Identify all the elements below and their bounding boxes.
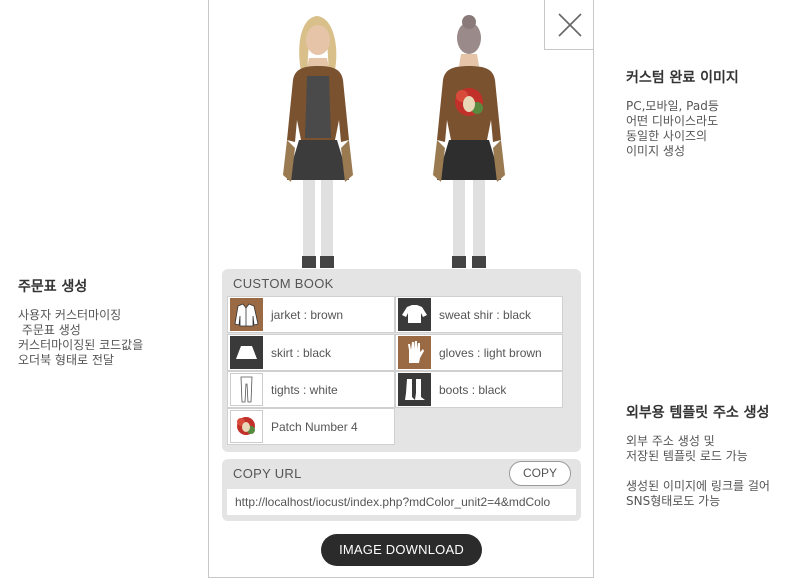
order-sheet-note-title: 주문표 생성 xyxy=(18,279,88,295)
option-label: tights : white xyxy=(271,383,338,397)
custom-book-panel: CUSTOM BOOK jarket : brown sweat shir : … xyxy=(222,269,581,452)
note-line: 주문표 생성 xyxy=(18,323,81,337)
option-item-boots: boots : black xyxy=(395,371,563,408)
note-line: 저장된 템플릿 로드 가능 xyxy=(626,449,748,463)
option-label: sweat shir : black xyxy=(439,308,532,322)
note-line: 오더북 형태로 전달 xyxy=(18,353,114,367)
boots-icon xyxy=(398,373,431,406)
back-view-figure xyxy=(433,15,505,268)
customized-figure-image xyxy=(283,15,505,268)
copy-url-panel: COPY URL COPY xyxy=(222,459,581,521)
note-line: 이미지 생성 xyxy=(626,144,686,158)
option-item-patch: Patch Number 4 xyxy=(227,408,395,445)
option-item-tights: tights : white xyxy=(227,371,395,408)
option-item-sweatshirt: sweat shir : black xyxy=(395,296,563,333)
option-item-jacket: jarket : brown xyxy=(227,296,395,333)
close-icon xyxy=(558,13,582,37)
note-line: 사용자 커스터마이징 xyxy=(18,308,122,322)
sweatshirt-icon xyxy=(398,298,431,331)
skirt-icon xyxy=(230,336,263,369)
option-label: jarket : brown xyxy=(271,308,344,322)
jacket-icon xyxy=(230,298,263,331)
image-download-button[interactable]: IMAGE DOWNLOAD xyxy=(321,534,482,566)
copy-url-title: COPY URL xyxy=(233,466,302,481)
patch-icon xyxy=(230,410,263,443)
note-line: PC,모바일, Pad등 xyxy=(626,99,719,113)
close-button[interactable] xyxy=(544,0,594,50)
note-line: 커스터마이징된 코드값을 xyxy=(18,338,144,352)
template-url-note-title: 외부용 템플릿 주소 생성 xyxy=(626,405,770,421)
copy-button[interactable]: COPY xyxy=(509,461,571,486)
note-line: 어떤 디바이스라도 xyxy=(626,114,719,128)
option-label: boots : black xyxy=(439,383,507,397)
order-sheet-note: 주문표 생성 사용자 커스터마이징 주문표 생성 커스터마이징된 코드값을 오더… xyxy=(18,276,143,368)
template-url-note: 외부용 템플릿 주소 생성 외부 주소 생성 및 저장된 템플릿 로드 가능 생… xyxy=(626,402,770,509)
custom-image-note: 커스텀 완료 이미지 PC,모바일, Pad등 어떤 디바이스라도 동일한 사이… xyxy=(626,67,739,159)
note-line: 외부 주소 생성 및 xyxy=(626,434,715,448)
option-label: skirt : black xyxy=(271,346,332,360)
custom-image-note-title: 커스텀 완료 이미지 xyxy=(626,70,739,86)
option-item-skirt: skirt : black xyxy=(227,334,395,371)
front-view-figure xyxy=(283,16,353,268)
note-line: 생성된 이미지에 링크를 걸어 xyxy=(626,479,770,493)
custom-book-popup: CUSTOM BOOK jarket : brown sweat shir : … xyxy=(208,0,594,578)
note-line: SNS형태로도 가능 xyxy=(626,494,721,508)
glove-icon xyxy=(398,336,431,369)
option-label: Patch Number 4 xyxy=(271,420,358,434)
note-line: 동일한 사이즈의 xyxy=(626,129,708,143)
option-label: gloves : light brown xyxy=(439,346,542,360)
option-item-gloves: gloves : light brown xyxy=(395,334,563,371)
tights-icon xyxy=(230,373,263,406)
custom-book-title: CUSTOM BOOK xyxy=(233,276,334,291)
url-field[interactable] xyxy=(227,489,576,515)
